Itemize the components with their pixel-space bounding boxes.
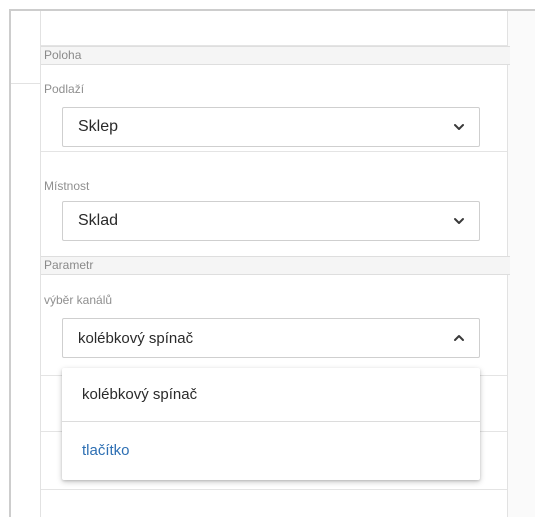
room-label: Místnost bbox=[44, 179, 90, 193]
dropdown-option-button[interactable]: tlačítko bbox=[62, 424, 480, 478]
floor-label: Podlaží bbox=[44, 82, 85, 96]
dropdown-option-rocker-switch[interactable]: kolébkový spínač bbox=[62, 368, 480, 422]
divider-line bbox=[41, 489, 507, 490]
form-panel: Poloha Podlaží Sklep Místnost Sklad Para… bbox=[40, 11, 510, 517]
chevron-up-icon bbox=[454, 335, 464, 341]
floor-select-value: Sklep bbox=[78, 118, 119, 135]
channel-label: výběr kanálů bbox=[44, 293, 113, 307]
channel-dropdown-menu: kolébkový spínač tlačítko bbox=[62, 368, 480, 480]
chevron-down-icon bbox=[454, 218, 464, 224]
window-frame: Poloha Podlaží Sklep Místnost Sklad Para… bbox=[9, 9, 535, 517]
channel-select-value: kolébkový spínač bbox=[78, 330, 194, 347]
left-divider-tick bbox=[11, 83, 40, 84]
right-gutter bbox=[508, 11, 535, 517]
divider-line bbox=[41, 151, 507, 152]
section-header-parameter: Parametr bbox=[41, 256, 510, 275]
floor-select[interactable]: Sklep bbox=[62, 107, 480, 147]
room-select[interactable]: Sklad bbox=[62, 201, 480, 241]
section-header-location: Poloha bbox=[41, 46, 510, 65]
room-select-value: Sklad bbox=[78, 212, 119, 229]
channel-select[interactable]: kolébkový spínač bbox=[62, 318, 480, 358]
chevron-down-icon bbox=[454, 124, 464, 130]
